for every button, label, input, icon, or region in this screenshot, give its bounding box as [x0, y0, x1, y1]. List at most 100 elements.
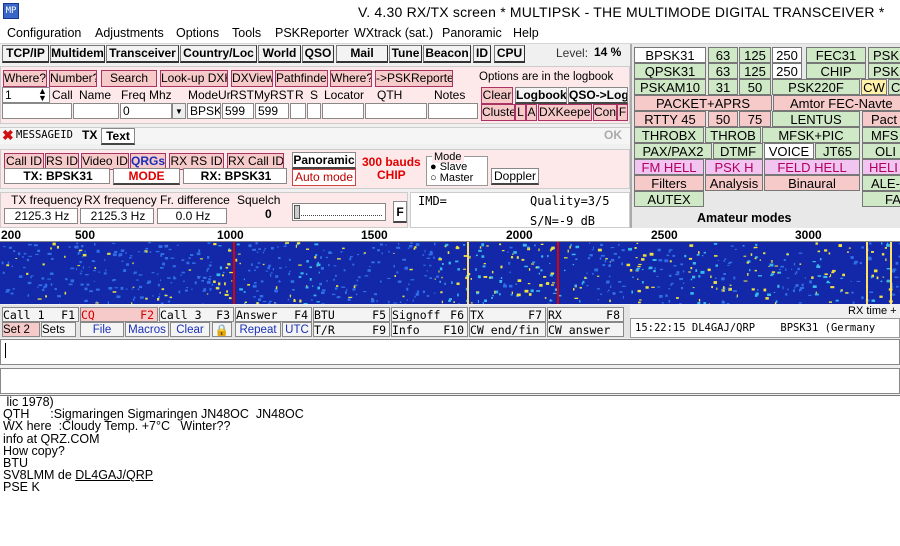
- mode-c[interactable]: C: [888, 79, 900, 95]
- frequency-scale[interactable]: 200 500 1000 1500 2000 2500 3000: [0, 228, 900, 242]
- text-button[interactable]: Text: [101, 128, 135, 145]
- lookup-dxk-button[interactable]: Look-up DXK: [160, 70, 228, 87]
- mode-bpsk63[interactable]: 63: [708, 47, 738, 63]
- auto-mode-button[interactable]: Auto mode: [292, 169, 356, 186]
- qth-input[interactable]: [365, 103, 427, 119]
- mode-autex[interactable]: AUTEX: [634, 191, 704, 207]
- mode-packet-aprs[interactable]: PACKET+APRS: [634, 95, 772, 111]
- mode-voice[interactable]: VOICE: [764, 143, 814, 159]
- app-icon[interactable]: MP: [3, 3, 19, 19]
- filters-button[interactable]: Filters: [634, 175, 704, 191]
- close-icon[interactable]: ✖: [2, 128, 16, 142]
- rx-text-area[interactable]: lic 1978) QTH :Sigmaringen Sigmaringen J…: [0, 395, 900, 546]
- waterfall-display[interactable]: [0, 242, 900, 304]
- clear-macros-button[interactable]: Clear: [170, 322, 210, 337]
- menu-panoramic[interactable]: Panoramic: [442, 26, 502, 40]
- macro-answer[interactable]: Answer F4: [235, 307, 312, 322]
- mode-rtty45[interactable]: RTTY 45: [634, 111, 706, 127]
- mode-pskam50[interactable]: 50: [739, 79, 771, 95]
- menu-wxtrack[interactable]: WXtrack (sat.): [354, 26, 433, 40]
- macro-tr[interactable]: T/R F9: [313, 322, 390, 337]
- r-input[interactable]: [290, 103, 306, 119]
- qso-to-log-button[interactable]: QSO->Log: [568, 87, 628, 104]
- mode-pskam10[interactable]: PSKAM10: [634, 79, 706, 95]
- squelch-f-button[interactable]: F: [393, 201, 407, 223]
- analysis-button[interactable]: Analysis: [705, 175, 763, 191]
- mode-fax[interactable]: FA: [862, 191, 900, 207]
- macro-rx[interactable]: RX F8: [547, 307, 624, 322]
- s-input[interactable]: [307, 103, 321, 119]
- mode-throb[interactable]: THROB: [705, 127, 761, 143]
- rst-my-input[interactable]: 599: [255, 103, 289, 119]
- macros-button[interactable]: Macros: [125, 322, 169, 337]
- mode-cw[interactable]: CW: [861, 79, 887, 95]
- pathfinder-button[interactable]: Pathfinder: [275, 70, 328, 87]
- file-button[interactable]: File: [80, 322, 124, 337]
- transceiver-button[interactable]: Transceiver: [106, 45, 179, 63]
- doppler-button[interactable]: Doppler: [491, 168, 539, 185]
- qso-log-list[interactable]: 15:22:15 DL4GAJ/QRP BPSK31 (Germany: [630, 318, 900, 338]
- number-button[interactable]: Number?: [49, 70, 97, 87]
- macro-call1[interactable]: Call 1 F1: [2, 307, 79, 322]
- mode-mfsk[interactable]: MFS: [862, 127, 900, 143]
- call-input[interactable]: [2, 103, 72, 119]
- tune-button[interactable]: Tune: [389, 45, 422, 63]
- mode-rtty50[interactable]: 50: [708, 111, 738, 127]
- mode-fm-hell[interactable]: FM HELL: [634, 159, 704, 175]
- f-button[interactable]: F: [617, 104, 628, 121]
- menu-help[interactable]: Help: [513, 26, 539, 40]
- mode-fec31[interactable]: FEC31: [806, 47, 866, 63]
- mode-bpsk31[interactable]: BPSK31: [634, 47, 706, 63]
- mode-qpsk31[interactable]: QPSK31: [634, 63, 706, 79]
- rst-ur-input[interactable]: 599: [222, 103, 254, 119]
- rx-frequency-value[interactable]: 2125.3 Hz: [80, 208, 154, 224]
- l-button[interactable]: L: [515, 104, 526, 121]
- mode-input[interactable]: BPSK: [187, 103, 221, 119]
- macro-cq[interactable]: CQ F2: [80, 307, 158, 322]
- mode-chip[interactable]: CHIP: [806, 63, 866, 79]
- id-button[interactable]: ID: [473, 45, 491, 63]
- binaural-button[interactable]: Binaural: [764, 175, 860, 191]
- mode-rtty75[interactable]: 75: [739, 111, 771, 127]
- mode-qpsk63[interactable]: 63: [708, 63, 738, 79]
- macro-tx[interactable]: TX F7: [469, 307, 546, 322]
- a-button[interactable]: A: [526, 104, 537, 121]
- menu-adjustments[interactable]: Adjustments: [95, 26, 164, 40]
- menu-pskreporter[interactable]: PSKReporter: [275, 26, 349, 40]
- tcpip-button[interactable]: TCP/IP: [2, 45, 49, 63]
- lock-icon[interactable]: 🔒: [212, 322, 232, 337]
- where-button[interactable]: Where?: [3, 70, 47, 87]
- mode-amtor-fec[interactable]: Amtor FEC-Navte: [773, 95, 900, 111]
- where2-button[interactable]: Where?: [330, 70, 372, 87]
- beacon-button[interactable]: Beacon: [423, 45, 471, 63]
- mode-mfsk-pic[interactable]: MFSK+PIC: [762, 127, 860, 143]
- repeat-button[interactable]: Repeat: [235, 322, 281, 337]
- ok-button[interactable]: OK: [604, 128, 622, 142]
- clear-log-button[interactable]: Clear: [481, 87, 513, 104]
- mode-psk-2[interactable]: PSK: [868, 63, 900, 79]
- mode-psk-1[interactable]: PSK: [868, 47, 900, 63]
- menu-configuration[interactable]: Configuration: [7, 26, 81, 40]
- mode-psk220f[interactable]: PSK220F: [772, 79, 860, 95]
- conf-button[interactable]: Conf: [593, 104, 617, 121]
- dxview-button[interactable]: DXView: [231, 70, 273, 87]
- macro-btu[interactable]: BTU F5: [313, 307, 390, 322]
- mode-bpsk125[interactable]: 125: [739, 47, 771, 63]
- logbook-button[interactable]: Logbook: [515, 87, 567, 104]
- freq-input[interactable]: 0: [120, 103, 172, 119]
- mode-psk-hell[interactable]: PSK H: [705, 159, 763, 175]
- search-button[interactable]: Search: [101, 70, 157, 87]
- mail-button[interactable]: Mail: [336, 45, 388, 63]
- cpu-button[interactable]: CPU: [494, 45, 525, 63]
- mode-qpsk125[interactable]: 125: [739, 63, 771, 79]
- spinner-arrows-icon[interactable]: ▲ ▼: [38, 87, 47, 103]
- set2-button[interactable]: Set 2: [2, 322, 40, 337]
- country-loc-button[interactable]: Country/Loc: [180, 45, 257, 63]
- tx-frequency-value[interactable]: 2125.3 Hz: [4, 208, 78, 224]
- sets-button[interactable]: Sets: [41, 322, 76, 337]
- name-input[interactable]: [73, 103, 119, 119]
- tx-buffer[interactable]: [0, 368, 900, 394]
- multidem-button[interactable]: Multidem: [50, 45, 105, 63]
- pskreporter-button[interactable]: ->PSKReporter: [375, 70, 453, 87]
- macro-signoff[interactable]: Signoff F6: [391, 307, 468, 322]
